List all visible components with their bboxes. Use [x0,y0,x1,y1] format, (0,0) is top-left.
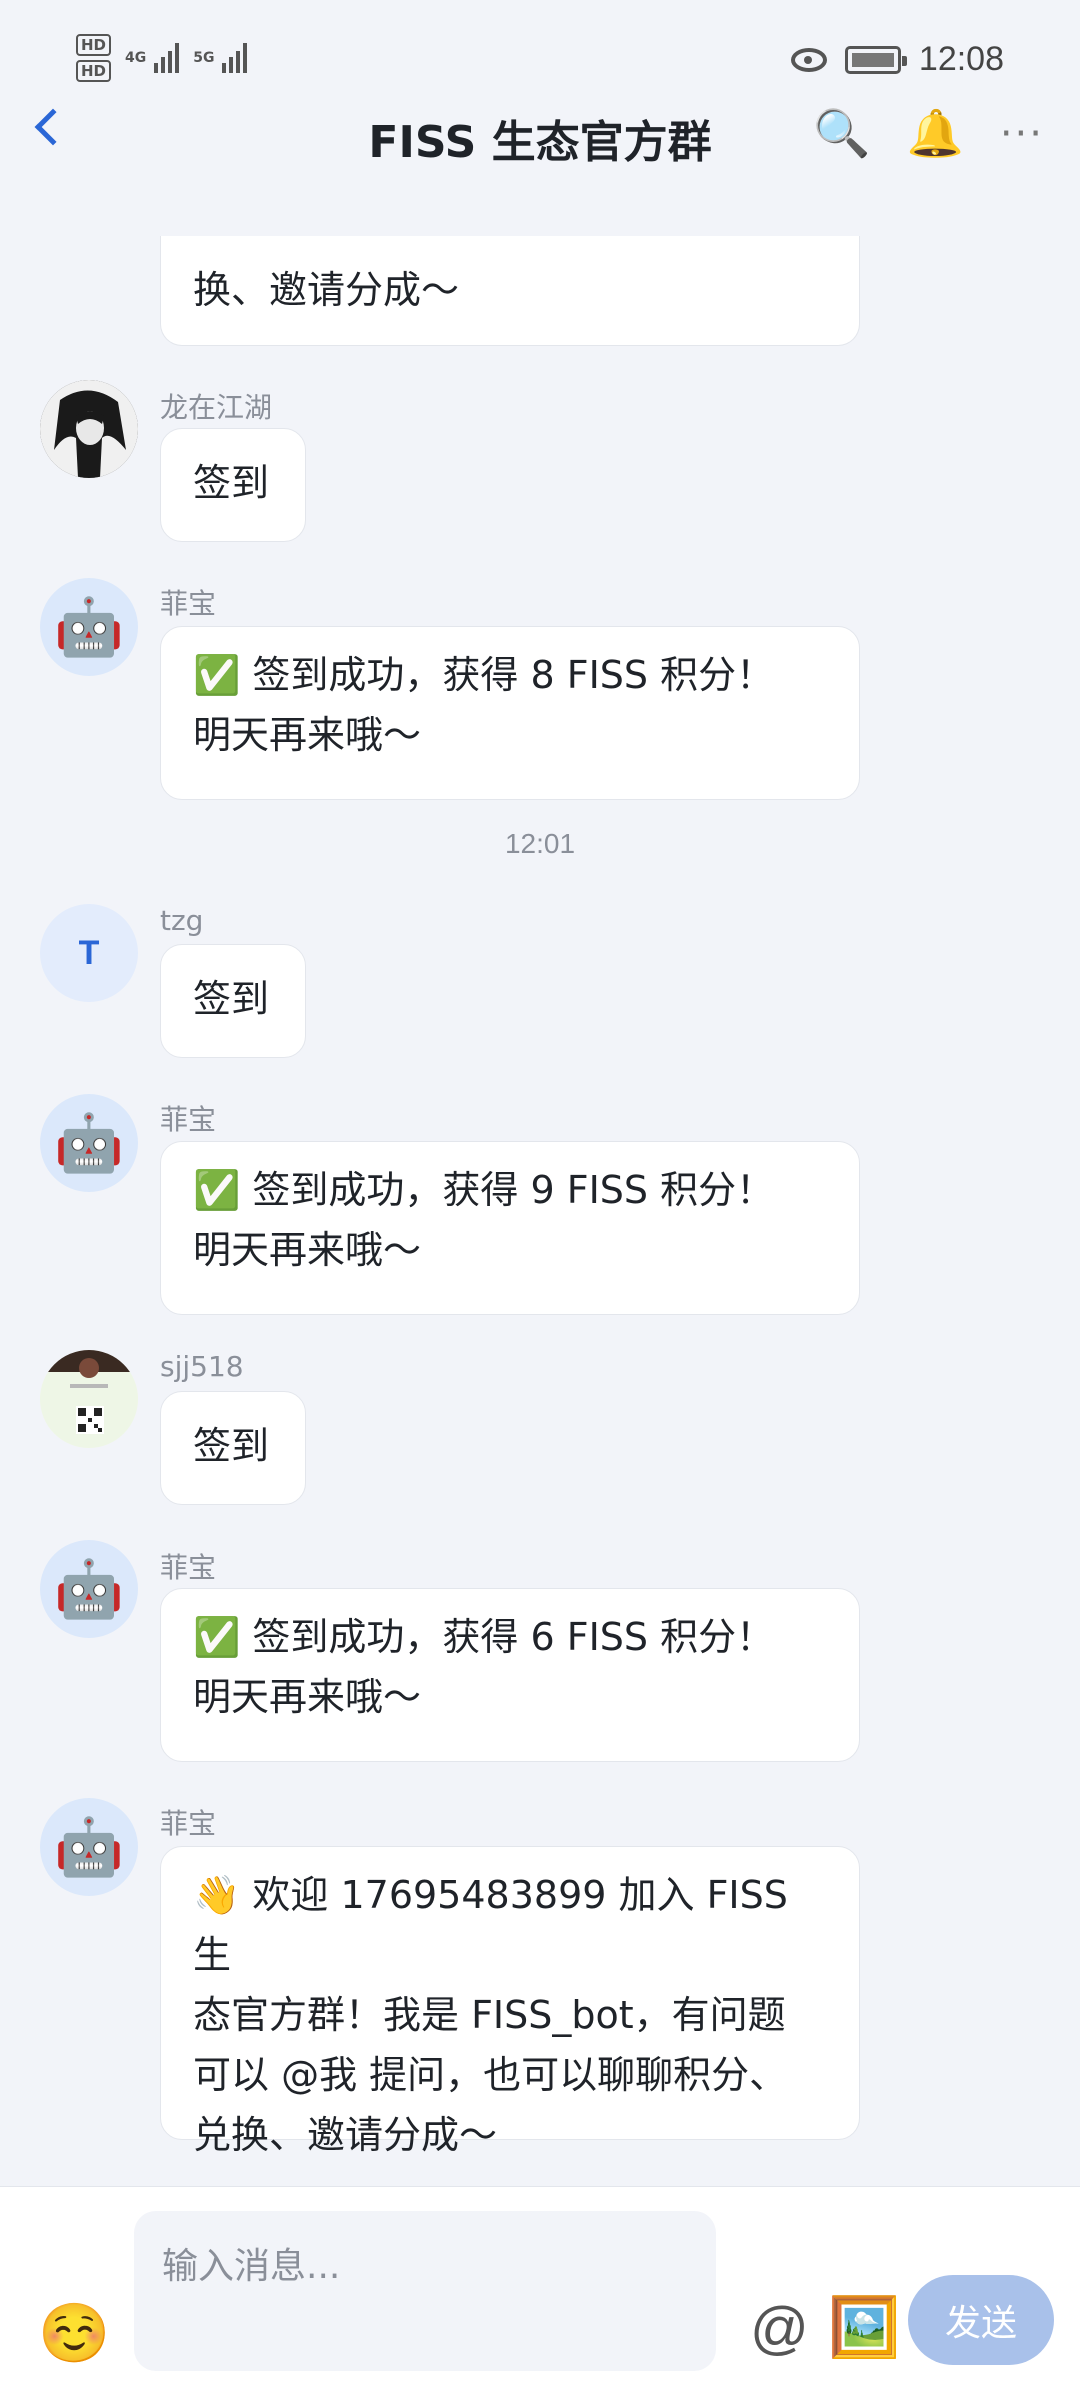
message-bubble: 👋 欢迎 17695483899 加入 FISS 生 态官方群！我是 FISS_… [160,1846,860,2157]
emoji-icon[interactable]: ☺️ [38,2299,110,2368]
more-icon[interactable]: ··· [1000,111,1044,157]
sender-name: 龙在江湖 [160,391,273,424]
message-bubble: ✅ 签到成功，获得 6 FISS 积分！ 明天再来哦～ [160,1588,860,1762]
message-input[interactable]: 输入消息... [134,2211,716,2371]
message-text-line: 可以 @我 提问，也可以聊聊积分、 [193,2053,788,2097]
message-text: 签到 [193,977,270,1021]
signal-area: HD HD 4G 5G [76,34,248,82]
send-button[interactable]: 发送 [908,2275,1054,2365]
bot-avatar[interactable]: 🤖 [40,1540,138,1638]
sim2-hd-badge: HD [76,60,112,82]
sender-name: 菲宝 [160,1807,217,1840]
message-bubble: ✅ 签到成功，获得 8 FISS 积分！ 明天再来哦～ [160,626,860,800]
search-icon[interactable]: 🔍 [813,106,870,161]
sender-name: sjj518 [160,1350,244,1383]
eye-icon [790,47,827,72]
network-type-1: 4G [125,50,147,66]
bot-avatar[interactable]: 🤖 [40,1094,138,1192]
message-bubble: 签到 [160,428,306,542]
avatar[interactable] [40,1350,138,1448]
chat-header: FISS 生态官方群 🔍 🔔 ··· [0,100,1080,170]
message-text-line: 态官方群！我是 FISS_bot，有问题 [193,1993,786,2037]
sim-indicators: HD HD [76,34,112,82]
status-right: 12:08 [790,40,1004,79]
message-text-line: ✅ 签到成功，获得 9 FISS 积分！ [193,1168,775,1212]
robot-icon: 🤖 [54,1557,124,1622]
robot-icon: 🤖 [54,1111,124,1176]
timestamp: 12:01 [504,828,576,859]
sender-name: tzg [160,904,204,937]
message-text-line: 明天再来哦～ [193,1675,422,1719]
signal-icon [222,43,248,73]
mention-button[interactable]: @ [750,2295,809,2362]
avatar[interactable] [40,380,138,478]
bot-avatar[interactable]: 🤖 [40,1798,138,1896]
avatar-image [40,380,138,478]
message-text-line: 兑换、邀请分成～ [193,2113,498,2157]
sender-name: 菲宝 [160,587,217,620]
message-text-line: 👋 欢迎 17695483899 加入 FISS 生 [193,1873,788,1977]
message-bubble: 换、邀请分成～ [160,236,860,346]
message-text-line: ✅ 签到成功，获得 8 FISS 积分！ [193,653,775,697]
avatar-letter: T [78,933,100,972]
clock: 12:08 [918,40,1004,78]
avatar[interactable]: T [40,904,138,1002]
message-text-line: 明天再来哦～ [193,1228,422,1272]
message-text: 签到 [193,461,270,505]
sender-name: 菲宝 [160,1551,217,1584]
bell-icon[interactable]: 🔔 [907,106,964,161]
avatar-image [40,1350,138,1448]
message-bubble: ✅ 签到成功，获得 9 FISS 积分！ 明天再来哦～ [160,1141,860,1315]
bot-avatar[interactable]: 🤖 [40,578,138,676]
image-icon[interactable]: 🖼️ [828,2293,900,2362]
message-text-line: ✅ 签到成功，获得 6 FISS 积分！ [193,1615,775,1659]
message-text: 换、邀请分成～ [193,268,460,312]
message-bubble: 签到 [160,1391,306,1505]
message-text-line: 明天再来哦～ [193,713,422,757]
header-actions: 🔍 🔔 ··· [813,106,1044,161]
message-text: 签到 [193,1424,270,1468]
battery-icon [844,45,907,74]
signal-icon [154,43,180,73]
network-type-2: 5G [193,50,215,66]
sender-name: 菲宝 [160,1103,217,1136]
robot-icon: 🤖 [54,1815,124,1880]
message-bubble: 签到 [160,944,306,1058]
sim1-hd-badge: HD [76,34,112,56]
message-composer: ☺️ 输入消息... @ 🖼️ 发送 [0,2186,1080,2389]
robot-icon: 🤖 [54,595,124,660]
